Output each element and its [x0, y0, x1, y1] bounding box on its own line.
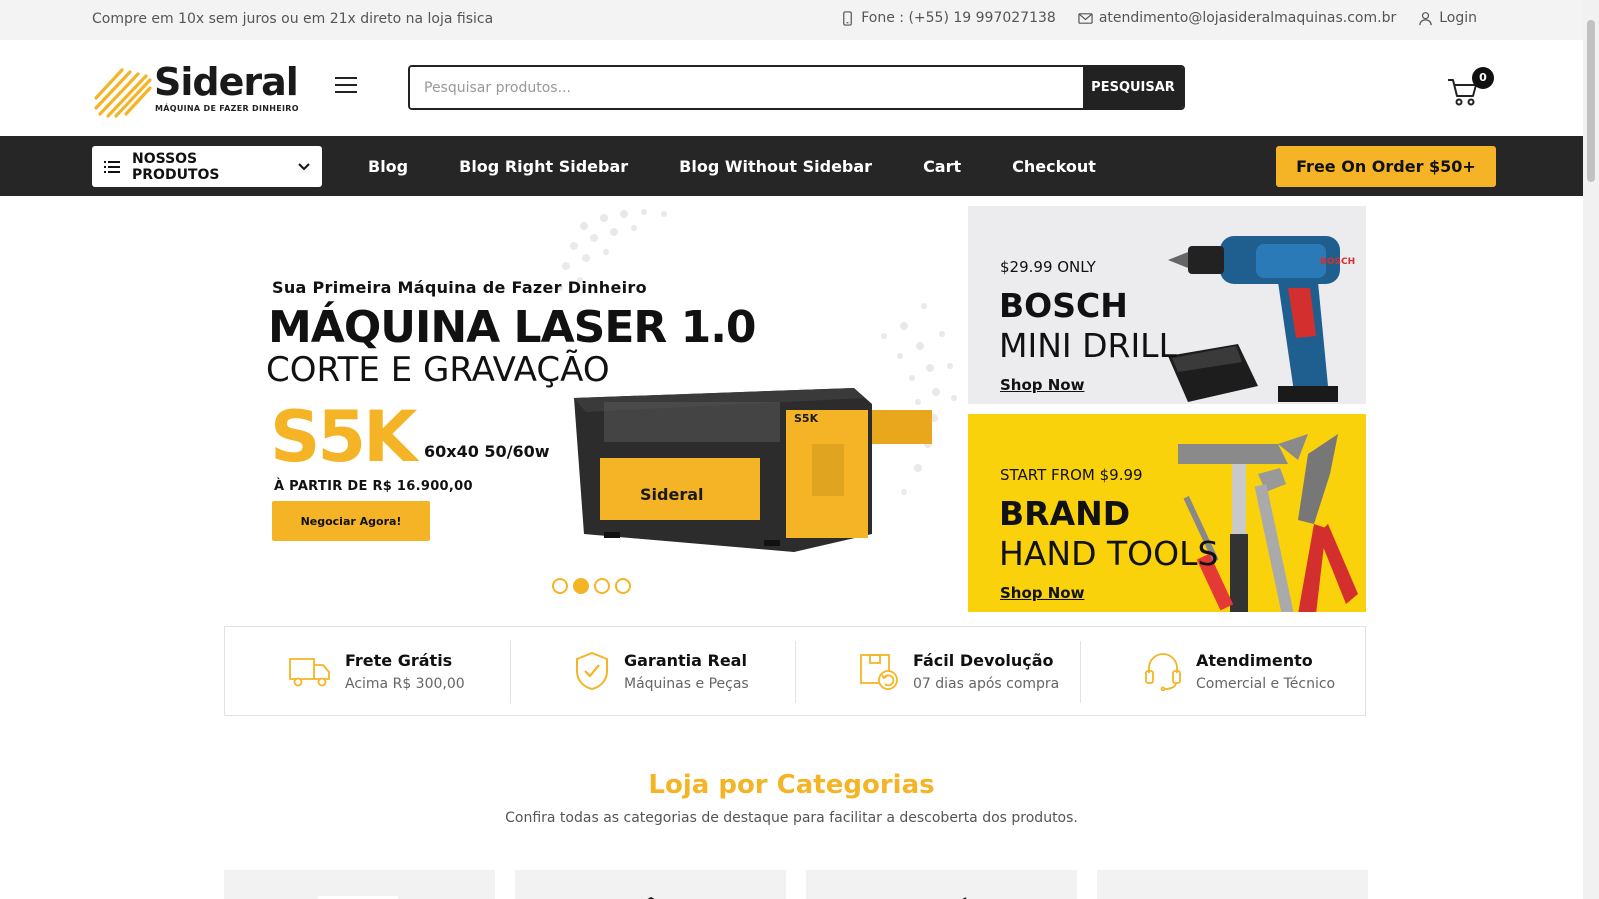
- feature-subtitle: Máquinas e Peças: [624, 675, 749, 692]
- user-icon: [1419, 11, 1432, 25]
- logo-stripes-icon: [94, 68, 152, 118]
- chevron-down-icon: [298, 162, 310, 170]
- category-cards: [224, 870, 1368, 899]
- email-text: atendimento@lojasideralmaquinas.com.br: [1098, 10, 1397, 26]
- banner-subheading: HAND TOOLS: [999, 534, 1219, 573]
- hero-price: À PARTIR DE R$ 16.900,00: [274, 479, 473, 494]
- slider-dot[interactable]: [615, 578, 631, 594]
- feature-returns: Fácil Devolução 07 dias após compra: [795, 627, 1080, 715]
- login-link[interactable]: Login: [1418, 10, 1477, 26]
- cart-button[interactable]: 0: [1446, 67, 1496, 110]
- category-image: [962, 897, 967, 899]
- categories-title: Loja por Categorias: [648, 770, 935, 800]
- category-card[interactable]: [224, 870, 495, 899]
- hero-slider: Sua Primeira Máquina de Fazer Dinheiro M…: [224, 206, 958, 614]
- phone-text: Fone : (+55) 19 997027138: [861, 10, 1056, 26]
- machine-logo-text: Sideral: [640, 485, 703, 504]
- phone-icon: [843, 10, 853, 26]
- mail-icon: [1078, 12, 1093, 24]
- shield-check-icon: [576, 651, 608, 691]
- hero-cta-button[interactable]: Negociar Agora!: [272, 501, 430, 541]
- hero-title-secondary: CORTE E GRAVAÇÃO: [266, 350, 610, 390]
- feature-title: Garantia Real: [624, 650, 747, 670]
- promo-banner-bosch[interactable]: BOSCH $29.99 ONLY BOSCH MINI DRILL Shop …: [968, 206, 1366, 404]
- banner-tag: $29.99 ONLY: [1000, 258, 1096, 276]
- category-card[interactable]: [515, 870, 786, 899]
- list-icon: [104, 160, 120, 173]
- machine-model-label: S5K: [794, 412, 819, 425]
- category-card[interactable]: [1097, 870, 1368, 899]
- categories-description: Confira todas as categorias de destaque …: [505, 810, 1078, 826]
- search-input[interactable]: [410, 67, 1083, 108]
- nav-link-blog[interactable]: Blog: [368, 157, 408, 176]
- hand-tools-image: [1178, 434, 1358, 612]
- truck-icon: [289, 658, 330, 687]
- bosch-logo-text: BOSCH: [1320, 257, 1355, 267]
- contact-links: Fone : (+55) 19 997027138 atendimento@lo…: [840, 10, 1477, 26]
- features-strip: Frete Grátis Acima R$ 300,00 Garantia Re…: [224, 626, 1366, 716]
- login-text: Login: [1439, 10, 1477, 26]
- site-header: Sideral MÁQUINA DE FAZER DINHEIRO PESQUI…: [0, 40, 1583, 136]
- search-button[interactable]: PESQUISAR: [1083, 67, 1183, 108]
- hero-title: MÁQUINA LASER 1.0: [268, 302, 757, 353]
- shop-now-link[interactable]: Shop Now: [1000, 376, 1084, 394]
- slider-dot[interactable]: [573, 578, 589, 594]
- banner-subheading: MINI DRILL: [999, 326, 1177, 365]
- feature-title: Atendimento: [1196, 650, 1313, 670]
- category-image: [1097, 870, 1368, 899]
- slider-dots: [552, 578, 631, 594]
- feature-title: Frete Grátis: [345, 650, 453, 670]
- feature-subtitle: 07 dias após compra: [913, 675, 1060, 692]
- logo-tagline: MÁQUINA DE FAZER DINHEIRO: [155, 104, 299, 113]
- category-card[interactable]: [806, 870, 1077, 899]
- feature-title: Fácil Devolução: [913, 650, 1054, 670]
- nav-link-cart[interactable]: Cart: [923, 157, 961, 176]
- banner-heading: BRAND: [999, 494, 1131, 533]
- categories-dropdown[interactable]: NOSSOS PRODUTOS: [92, 146, 322, 187]
- banner-tag: START FROM $9.99: [1000, 466, 1143, 484]
- drill-image: BOSCH: [1168, 236, 1355, 402]
- feature-warranty: Garantia Real Máquinas e Peças: [510, 627, 795, 715]
- site-logo[interactable]: Sideral MÁQUINA DE FAZER DINHEIRO: [92, 58, 302, 120]
- hero-model: S5K: [270, 396, 417, 478]
- slider-dot[interactable]: [552, 578, 568, 594]
- banner-heading: BOSCH: [999, 286, 1128, 325]
- feature-subtitle: Acima R$ 300,00: [345, 675, 465, 692]
- menu-icon[interactable]: [335, 77, 357, 95]
- free-shipping-button[interactable]: Free On Order $50+: [1276, 146, 1496, 187]
- scrollbar-thumb[interactable]: [1587, 20, 1595, 182]
- top-bar: Compre em 10x sem juros ou em 21x direto…: [0, 0, 1583, 40]
- logo-brand: Sideral: [154, 60, 299, 104]
- promo-text: Compre em 10x sem juros ou em 21x direto…: [92, 11, 494, 27]
- promo-banner-hand-tools[interactable]: START FROM $9.99 BRAND HAND TOOLS Shop N…: [968, 414, 1366, 612]
- hero-subtitle: Sua Primeira Máquina de Fazer Dinheiro: [272, 278, 647, 297]
- category-image: [647, 896, 655, 899]
- feature-support: Atendimento Comercial e Técnico: [1080, 627, 1365, 715]
- feature-subtitle: Comercial e Técnico: [1196, 675, 1336, 692]
- phone-link[interactable]: Fone : (+55) 19 997027138: [840, 10, 1056, 26]
- email-link[interactable]: atendimento@lojasideralmaquinas.com.br: [1078, 10, 1396, 26]
- main-nav: NOSSOS PRODUTOS Blog Blog Right Sidebar …: [0, 136, 1583, 196]
- headset-icon: [1145, 653, 1181, 691]
- search-bar: PESQUISAR: [408, 65, 1185, 110]
- hero-spec: 60x40 50/60w: [424, 442, 550, 461]
- laser-machine-image: Sideral S5K: [574, 388, 932, 552]
- cart-count-badge: 0: [1472, 67, 1494, 89]
- page-scrollbar[interactable]: [1583, 0, 1599, 899]
- shop-now-link[interactable]: Shop Now: [1000, 584, 1084, 602]
- nav-link-blog-right-sidebar[interactable]: Blog Right Sidebar: [459, 157, 628, 176]
- slider-dot[interactable]: [594, 578, 610, 594]
- feature-free-shipping: Frete Grátis Acima R$ 300,00: [225, 627, 510, 715]
- nav-link-blog-without-sidebar[interactable]: Blog Without Sidebar: [679, 157, 872, 176]
- return-box-icon: [860, 654, 898, 690]
- categories-label: NOSSOS PRODUTOS: [132, 150, 220, 183]
- nav-links: Blog Blog Right Sidebar Blog Without Sid…: [368, 136, 1147, 196]
- nav-link-checkout[interactable]: Checkout: [1012, 157, 1096, 176]
